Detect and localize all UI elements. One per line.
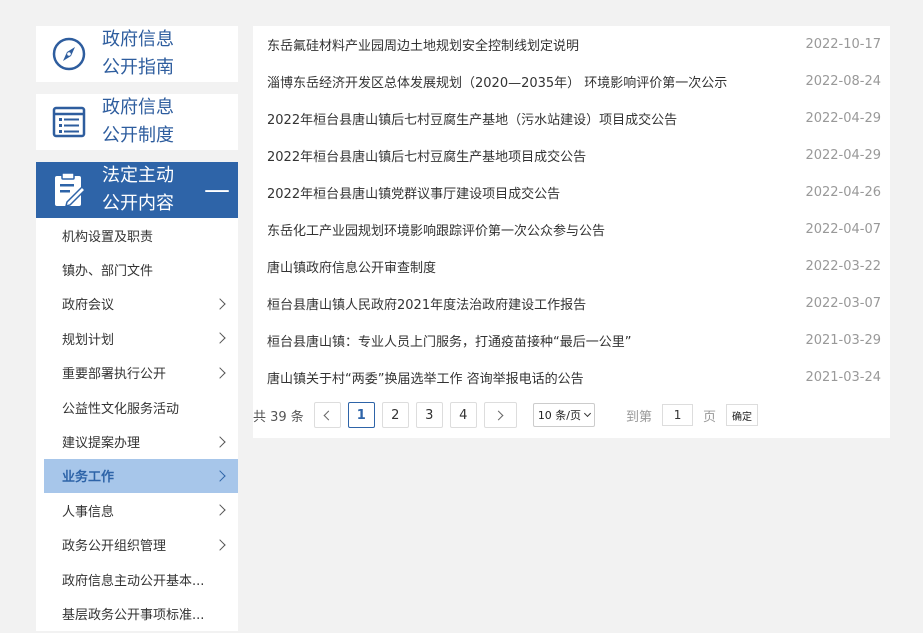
sidebar-item-label: 业务工作	[62, 470, 115, 486]
sidebar-head-line1: 政府信息	[102, 97, 174, 118]
total-count: 共 39 条	[253, 409, 304, 425]
list-item-date: 2022-04-29	[805, 111, 881, 126]
page-button[interactable]: 2	[381, 402, 409, 428]
list-item-date: 2022-04-26	[805, 185, 881, 200]
list-item[interactable]: 唐山镇关于村“两委”换届选举工作 咨询举报电话的公告 2021-03-24	[253, 359, 890, 396]
list-item-date: 2022-04-07	[805, 222, 881, 237]
confirm-button[interactable]: 确定	[726, 404, 759, 426]
list-item-title[interactable]: 唐山镇关于村“两委”换届选举工作 咨询举报电话的公告	[267, 368, 584, 387]
sidebar-head-line1: 法定主动	[102, 165, 174, 186]
prev-page-button[interactable]	[313, 402, 341, 428]
sidebar-head-line1: 政府信息	[102, 29, 174, 50]
chevron-right-icon	[214, 539, 226, 551]
sidebar-head-content[interactable]: 法定主动 公开内容 —	[36, 162, 238, 218]
sidebar-item[interactable]: 人事信息	[36, 493, 238, 527]
chevron-right-icon	[214, 332, 226, 345]
sidebar-item[interactable]: 政府信息主动公开基本...	[36, 562, 238, 596]
list-item-title[interactable]: 2022年桓台县唐山镇后七村豆腐生产基地项目成交公告	[267, 146, 586, 165]
submenu: 机构设置及职责 镇办、部门文件 政府会议 规划计划 重要部署执行公开 公益性文化…	[36, 218, 238, 631]
sidebar-item-label: 政府会议	[62, 298, 115, 314]
chevron-right-icon	[214, 298, 226, 310]
list-item[interactable]: 东岳化工产业园规划环境影响跟踪评价第一次公众参与公告 2022-04-07	[253, 211, 890, 248]
chevron-down-icon	[583, 409, 592, 418]
sidebar-head-system[interactable]: 政府信息 公开制度	[36, 94, 238, 150]
sidebar-item-label: 公益性文化服务活动	[62, 401, 180, 417]
collapse-icon[interactable]: —	[204, 177, 230, 203]
chevron-right-icon	[493, 410, 504, 420]
sidebar-item-label: 镇办、部门文件	[62, 264, 154, 280]
chevron-left-icon	[323, 410, 334, 420]
sidebar-head-line2: 公开内容	[102, 193, 174, 214]
sidebar-head-line2: 公开指南	[102, 57, 174, 78]
sidebar-item-label: 基层政务公开事项标准...	[62, 607, 205, 623]
list-item-date: 2022-04-29	[805, 148, 881, 163]
pagination: 共 39 条 1 2 3 4 10 条/页 到第 1 页 确定	[253, 402, 759, 428]
list-item[interactable]: 淄博东岳经济开发区总体发展规划（2020—2035年） 环境影响评价第一次公示 2…	[253, 63, 890, 100]
sidebar-item[interactable]: 基层政务公开事项标准...	[36, 596, 238, 630]
sidebar-item[interactable]: 机构设置及职责	[36, 218, 238, 252]
list-item-date: 2021-03-24	[805, 370, 881, 385]
sidebar-item-label: 建议提案办理	[62, 436, 141, 452]
list-item-date: 2022-03-07	[805, 296, 881, 311]
page-size-select[interactable]: 10 条/页	[532, 403, 596, 427]
page-button[interactable]: 4	[449, 402, 477, 428]
sidebar-head-guide[interactable]: 政府信息 公开指南	[36, 26, 238, 82]
page-unit-label: 页	[703, 409, 717, 425]
page-size-value: 10 条/页	[537, 409, 582, 422]
sidebar-item[interactable]: 建议提案办理	[36, 424, 238, 458]
list-item-title[interactable]: 桓台县唐山镇：专业人员上门服务，打通疫苗接种“最后一公里”	[267, 331, 631, 350]
list-item-date: 2022-08-24	[805, 74, 881, 89]
sidebar-item-label: 机构设置及职责	[62, 229, 154, 245]
chevron-right-icon	[214, 367, 226, 379]
goto-label: 到第	[626, 409, 653, 425]
sidebar-item[interactable]: 规划计划	[36, 321, 238, 355]
list-item-date: 2022-03-22	[805, 259, 881, 274]
list-item-title[interactable]: 桓台县唐山镇人民政府2021年度法治政府建设工作报告	[267, 294, 586, 313]
page-button-current[interactable]: 1	[347, 402, 375, 428]
list-item[interactable]: 桓台县唐山镇：专业人员上门服务，打通疫苗接种“最后一公里” 2021-03-29	[253, 322, 890, 359]
sidebar-item[interactable]: 公益性文化服务活动	[36, 390, 238, 424]
sidebar-item[interactable]: 镇办、部门文件	[36, 252, 238, 286]
sidebar-head-line2: 公开制度	[102, 125, 174, 146]
page-button[interactable]: 3	[415, 402, 443, 428]
compass-icon	[36, 36, 102, 72]
list-item-title[interactable]: 2022年桓台县唐山镇后七村豆腐生产基地（污水站建设）项目成交公告	[267, 109, 677, 128]
list-icon	[36, 104, 102, 140]
article-list: 东岳氟硅材料产业园周边土地规划安全控制线划定说明 2022-10-17 淄博东岳经…	[253, 26, 890, 438]
list-item-title[interactable]: 东岳化工产业园规划环境影响跟踪评价第一次公众参与公告	[267, 220, 605, 239]
sidebar-item-label: 政务公开组织管理	[62, 539, 167, 555]
list-item-date: 2022-10-17	[805, 37, 881, 52]
list-item[interactable]: 桓台县唐山镇人民政府2021年度法治政府建设工作报告 2022-03-07	[253, 285, 890, 322]
list-item-title[interactable]: 淄博东岳经济开发区总体发展规划（2020—2035年） 环境影响评价第一次公示	[267, 72, 727, 91]
sidebar-item-label: 人事信息	[62, 504, 115, 520]
list-item-date: 2021-03-29	[805, 333, 881, 348]
list-item[interactable]: 2022年桓台县唐山镇后七村豆腐生产基地（污水站建设）项目成交公告 2022-04…	[253, 100, 890, 137]
sidebar-item-label: 政府信息主动公开基本...	[62, 573, 205, 589]
sidebar-item-label: 重要部署执行公开	[62, 367, 167, 383]
sidebar-item[interactable]: 政务公开组织管理	[36, 528, 238, 562]
sidebar-item[interactable]: 政府会议	[36, 287, 238, 321]
chevron-right-icon	[214, 470, 226, 482]
list-item[interactable]: 2022年桓台县唐山镇党群议事厅建设项目成交公告 2022-04-26	[253, 174, 890, 211]
list-item[interactable]: 唐山镇政府信息公开审查制度 2022-03-22	[253, 248, 890, 285]
sidebar: 政府信息 公开指南 政府信息 公开制度 法定主动 公开内容 — 机构设置及职责 …	[36, 26, 238, 631]
chevron-right-icon	[214, 504, 226, 516]
list-item-title[interactable]: 东岳氟硅材料产业园周边土地规划安全控制线划定说明	[267, 35, 579, 54]
list-item[interactable]: 2022年桓台县唐山镇后七村豆腐生产基地项目成交公告 2022-04-29	[253, 137, 890, 174]
sidebar-item-selected[interactable]: 业务工作	[44, 458, 238, 494]
chevron-right-icon	[214, 435, 226, 448]
clipboard-icon	[36, 171, 102, 209]
sidebar-item-label: 规划计划	[62, 332, 115, 348]
sidebar-item[interactable]: 重要部署执行公开	[36, 356, 238, 390]
list-item-title[interactable]: 2022年桓台县唐山镇党群议事厅建设项目成交公告	[267, 183, 560, 202]
list-item-title[interactable]: 唐山镇政府信息公开审查制度	[267, 257, 436, 276]
next-page-button[interactable]	[483, 402, 517, 428]
list-item[interactable]: 东岳氟硅材料产业园周边土地规划安全控制线划定说明 2022-10-17	[253, 26, 890, 63]
goto-page-input[interactable]: 1	[662, 404, 694, 426]
